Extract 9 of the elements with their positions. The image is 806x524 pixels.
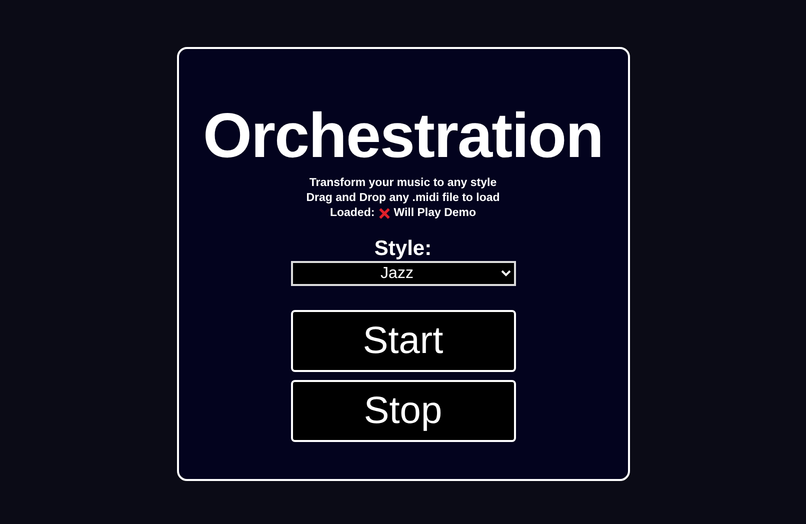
app-title: Orchestration	[202, 105, 604, 168]
status-label: Loaded:	[330, 206, 375, 221]
start-button[interactable]: Start	[290, 310, 516, 372]
status-text: Will Play Demo	[394, 206, 476, 221]
style-dropdown[interactable]: Jazz	[290, 261, 516, 286]
stop-button[interactable]: Stop	[290, 380, 516, 442]
subtitle-text: Transform your music to any style	[309, 176, 497, 191]
subtitle-text: Drag and Drop any .midi file to load	[306, 191, 500, 206]
style-label: Style:	[374, 237, 432, 261]
